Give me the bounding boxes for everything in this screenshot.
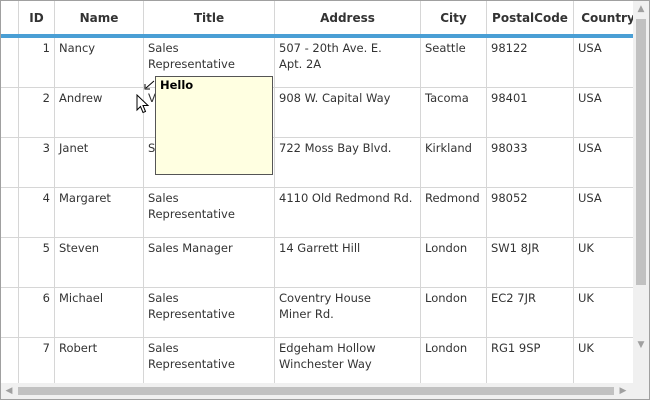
chevron-left-icon[interactable]: ◀ [4, 386, 14, 396]
cell-title[interactable]: Sales Representative [144, 188, 275, 238]
cell-postalcode[interactable]: RG1 9SP [487, 338, 574, 383]
table-row[interactable]: 5 Steven Sales Manager 14 Garrett Hill L… [1, 238, 633, 288]
mouse-pointer-icon [136, 94, 150, 114]
cell-title[interactable]: Sales Manager [144, 238, 275, 288]
column-header-id[interactable]: ID [19, 1, 55, 34]
cell-address[interactable]: 4110 Old Redmond Rd. [275, 188, 421, 238]
cell-name[interactable]: Nancy [55, 38, 144, 88]
address-line: Edgeham Hollow [279, 341, 376, 355]
cell-country[interactable]: USA [574, 138, 633, 188]
cell-postalcode[interactable]: 98122 [487, 38, 574, 88]
grid-header: ID Name Title Address City PostalCode Co… [1, 1, 635, 38]
cell-city[interactable]: London [421, 288, 487, 338]
cell-address[interactable]: 507 - 20th Ave. E. Apt. 2A [275, 38, 421, 88]
tooltip-text: Hello [160, 78, 194, 92]
address-line: Coventry House [279, 291, 371, 305]
cell-id[interactable]: 5 [19, 238, 55, 288]
chevron-down-icon[interactable]: ▼ [636, 340, 646, 350]
cell-name[interactable]: Andrew [55, 88, 144, 138]
data-grid[interactable]: ID Name Title Address City PostalCode Co… [0, 0, 650, 400]
table-row[interactable]: 4 Margaret Sales Representative 4110 Old… [1, 188, 633, 238]
cell-name[interactable]: Janet [55, 138, 144, 188]
row-header[interactable] [1, 288, 19, 338]
cell-city[interactable]: Kirkland [421, 138, 487, 188]
row-header[interactable] [1, 38, 19, 88]
cell-address[interactable]: Coventry House Miner Rd. [275, 288, 421, 338]
tooltip: Hello [155, 76, 273, 175]
cell-id[interactable]: 6 [19, 288, 55, 338]
address-line: 507 - 20th Ave. E. [279, 41, 382, 55]
tooltip-pointer-icon [144, 80, 155, 90]
table-row[interactable]: 1 Nancy Sales Representative 507 - 20th … [1, 38, 633, 88]
cell-id[interactable]: 3 [19, 138, 55, 188]
cell-country[interactable]: USA [574, 188, 633, 238]
row-header[interactable] [1, 88, 19, 138]
table-row[interactable]: 6 Michael Sales Representative Coventry … [1, 288, 633, 338]
cell-postalcode[interactable]: 98052 [487, 188, 574, 238]
row-header[interactable] [1, 188, 19, 238]
address-line: Miner Rd. [279, 307, 334, 321]
cell-city[interactable]: Tacoma [421, 88, 487, 138]
cell-name[interactable]: Michael [55, 288, 144, 338]
cell-name[interactable]: Steven [55, 238, 144, 288]
cell-address[interactable]: 722 Moss Bay Blvd. [275, 138, 421, 188]
horizontal-scroll-thumb[interactable] [18, 387, 614, 395]
vertical-scrollbar[interactable]: ▲ ▼ [633, 1, 649, 383]
chevron-up-icon[interactable]: ▲ [636, 4, 646, 14]
cell-address[interactable]: 908 W. Capital Way [275, 88, 421, 138]
address-line: 14 Garrett Hill [279, 241, 361, 255]
table-row[interactable]: 2 Andrew V 908 W. Capital Way Tacoma 984… [1, 88, 633, 138]
cell-city[interactable]: London [421, 338, 487, 383]
row-header[interactable] [1, 138, 19, 188]
horizontal-scrollbar[interactable]: ◀ ▶ [1, 383, 633, 399]
cell-postalcode[interactable]: EC2 7JR [487, 288, 574, 338]
column-header-title[interactable]: Title [144, 1, 275, 34]
column-header-country[interactable]: Country [574, 1, 642, 34]
cell-id[interactable]: 7 [19, 338, 55, 383]
row-header-corner [1, 1, 19, 34]
column-header-name[interactable]: Name [55, 1, 144, 34]
row-header[interactable] [1, 338, 19, 383]
cell-postalcode[interactable]: 98033 [487, 138, 574, 188]
cell-country[interactable]: USA [574, 38, 633, 88]
cell-title[interactable]: Sales Representative [144, 288, 275, 338]
table-row[interactable]: 3 Janet S 722 Moss Bay Blvd. Kirkland 98… [1, 138, 633, 188]
row-header[interactable] [1, 238, 19, 288]
address-line: Winchester Way [279, 357, 372, 371]
cell-id[interactable]: 2 [19, 88, 55, 138]
table-row[interactable]: 7 Robert Sales Representative Edgeham Ho… [1, 338, 633, 383]
cell-id[interactable]: 4 [19, 188, 55, 238]
cell-city[interactable]: Seattle [421, 38, 487, 88]
chevron-right-icon[interactable]: ▶ [618, 386, 628, 396]
cell-city[interactable]: London [421, 238, 487, 288]
column-header-city[interactable]: City [421, 1, 487, 34]
address-line: 908 W. Capital Way [279, 91, 391, 105]
cell-country[interactable]: USA [574, 88, 633, 138]
cell-address[interactable]: Edgeham Hollow Winchester Way [275, 338, 421, 383]
address-line: 722 Moss Bay Blvd. [279, 141, 392, 155]
cell-country[interactable]: UK [574, 238, 633, 288]
grid-body: 1 Nancy Sales Representative 507 - 20th … [1, 38, 633, 383]
cell-country[interactable]: UK [574, 288, 633, 338]
cell-postalcode[interactable]: 98401 [487, 88, 574, 138]
cell-postalcode[interactable]: SW1 8JR [487, 238, 574, 288]
cell-city[interactable]: Redmond [421, 188, 487, 238]
address-line: Apt. 2A [279, 57, 322, 71]
cell-name[interactable]: Margaret [55, 188, 144, 238]
cell-address[interactable]: 14 Garrett Hill [275, 238, 421, 288]
scrollbar-corner [633, 383, 649, 399]
column-header-postalcode[interactable]: PostalCode [487, 1, 574, 34]
column-header-address[interactable]: Address [275, 1, 421, 34]
cell-id[interactable]: 1 [19, 38, 55, 88]
address-line: 4110 Old Redmond Rd. [279, 191, 413, 205]
vertical-scroll-thumb[interactable] [636, 19, 646, 285]
cell-title[interactable]: Sales Representative [144, 338, 275, 383]
cell-country[interactable]: UK [574, 338, 633, 383]
cell-name[interactable]: Robert [55, 338, 144, 383]
